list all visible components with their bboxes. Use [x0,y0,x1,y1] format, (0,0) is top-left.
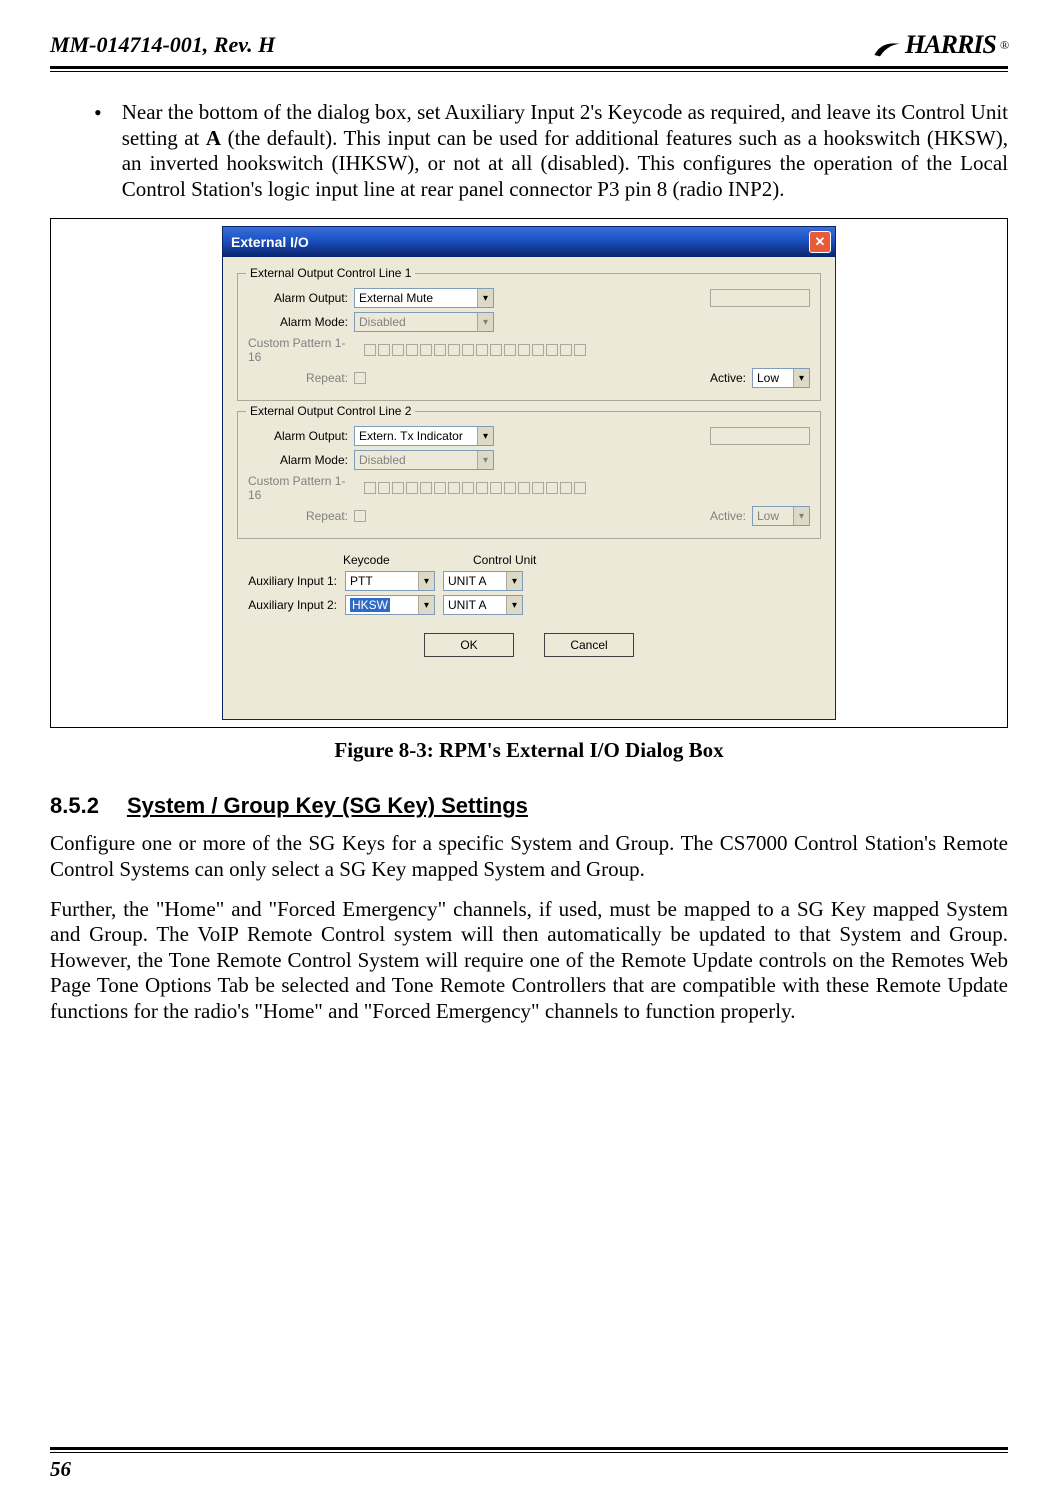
aux1-unit-value: UNIT A [448,574,486,588]
chevron-down-icon [506,596,522,614]
chevron-down-icon [418,572,434,590]
g2-alarm-output-combo[interactable]: Extern. Tx Indicator [354,426,494,446]
chevron-down-icon [793,369,809,387]
chevron-down-icon [506,572,522,590]
dialog-titlebar[interactable]: External I/O ✕ [223,227,835,257]
chevron-down-icon [477,289,493,307]
g2-alarm-mode-label: Alarm Mode: [248,453,348,467]
paragraph-1: Configure one or more of the SG Keys for… [50,831,1008,882]
ok-button[interactable]: OK [424,633,514,657]
aux2-unit-combo[interactable]: UNIT A [443,595,523,615]
figure-frame: External I/O ✕ External Output Control L… [50,218,1008,728]
chevron-down-icon [477,313,493,331]
bullet-bold: A [206,126,221,150]
aux2-unit-value: UNIT A [448,598,486,612]
group-line2: External Output Control Line 2 Alarm Out… [237,411,821,539]
dialog-title: External I/O [231,234,309,250]
g1-active-value: Low [757,371,779,385]
paragraph-2: Further, the "Home" and "Forced Emergenc… [50,897,1008,1025]
dialog-body: External Output Control Line 1 Alarm Out… [223,257,835,719]
header-rule-thin [50,71,1008,72]
footer-rule-thin [50,1452,1008,1453]
chevron-down-icon [793,507,809,525]
group2-legend: External Output Control Line 2 [246,404,415,418]
g2-pattern-checks [364,482,586,494]
g1-repeat-check [354,372,366,384]
page-number: 56 [50,1457,1008,1482]
g1-alarm-mode-combo: Disabled [354,312,494,332]
header-rule-thick [50,66,1008,69]
logo-swoosh-icon [873,35,901,55]
g1-alarm-output-label: Alarm Output: [248,291,348,305]
document-id: MM-014714-001, Rev. H [50,32,275,58]
g2-active-value: Low [757,509,779,523]
aux-header-keycode: Keycode [343,553,423,567]
cancel-button[interactable]: Cancel [544,633,634,657]
page-footer: 56 [50,1447,1008,1482]
section-number: 8.5.2 [50,793,99,819]
g1-pattern-label: Custom Pattern 1-16 [248,336,358,364]
chevron-down-icon [418,596,434,614]
g2-active-label: Active: [710,509,746,523]
logo-text: HARRIS [905,30,996,60]
footer-rule-thick [50,1447,1008,1450]
g2-pattern-label: Custom Pattern 1-16 [248,474,358,502]
close-icon: ✕ [815,234,826,250]
g2-alarm-output-label: Alarm Output: [248,429,348,443]
aux1-unit-combo[interactable]: UNIT A [443,571,523,591]
brand-logo: HARRIS ® [873,30,1008,60]
group1-legend: External Output Control Line 1 [246,266,415,280]
bullet-paragraph: • Near the bottom of the dialog box, set… [94,100,1008,202]
aux-input-section: Keycode Control Unit Auxiliary Input 1: … [237,553,821,615]
close-button[interactable]: ✕ [809,231,831,253]
g1-alarm-mode-label: Alarm Mode: [248,315,348,329]
g1-alarm-mode-value: Disabled [359,315,406,329]
g2-repeat-label: Repeat: [248,509,348,523]
g1-extra-input [710,289,810,307]
g1-alarm-output-value: External Mute [359,291,433,305]
g2-extra-input [710,427,810,445]
chevron-down-icon [477,451,493,469]
g2-alarm-mode-combo: Disabled [354,450,494,470]
external-io-dialog: External I/O ✕ External Output Control L… [222,226,836,720]
g2-alarm-mode-value: Disabled [359,453,406,467]
logo-registered: ® [1000,38,1008,53]
g1-pattern-checks [364,344,586,356]
chevron-down-icon [477,427,493,445]
g2-active-combo: Low [752,506,810,526]
g2-repeat-check [354,510,366,522]
bullet-text-2: (the default). This input can be used fo… [122,126,1008,201]
page-header: MM-014714-001, Rev. H HARRIS ® [50,30,1008,66]
aux1-keycode-combo[interactable]: PTT [345,571,435,591]
g1-alarm-output-combo[interactable]: External Mute [354,288,494,308]
bullet-icon: • [94,100,102,202]
section-heading: 8.5.2 System / Group Key (SG Key) Setting… [50,793,1008,819]
aux1-keycode-value: PTT [350,574,373,588]
figure-caption: Figure 8-3: RPM's External I/O Dialog Bo… [50,738,1008,763]
group-line1: External Output Control Line 1 Alarm Out… [237,273,821,401]
g1-repeat-label: Repeat: [248,371,348,385]
aux2-keycode-value: HKSW [350,598,390,612]
g2-alarm-output-value: Extern. Tx Indicator [359,429,463,443]
g1-active-label: Active: [710,371,746,385]
aux1-label: Auxiliary Input 1: [237,574,337,588]
aux-header-control: Control Unit [473,553,536,567]
section-title: System / Group Key (SG Key) Settings [127,793,528,818]
aux2-label: Auxiliary Input 2: [237,598,337,612]
aux2-keycode-combo[interactable]: HKSW [345,595,435,615]
g1-active-combo[interactable]: Low [752,368,810,388]
